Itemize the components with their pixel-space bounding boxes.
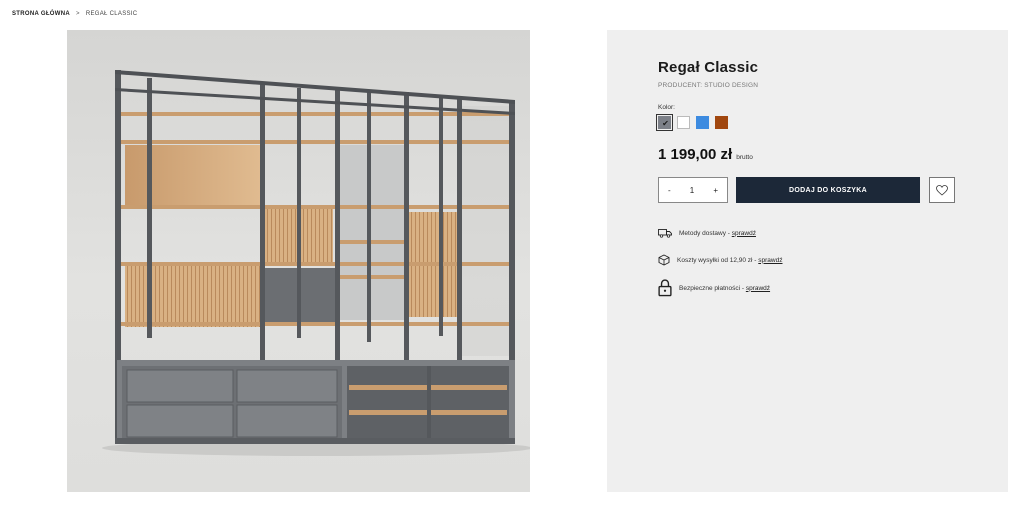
product-title: Regał Classic (658, 59, 759, 76)
color-swatches: ✔ (656, 114, 728, 131)
shipping-cost-label: Koszty wysyłki od 12,90 zł - (677, 256, 759, 264)
color-swatch-grey[interactable]: ✔ (656, 114, 673, 131)
secure-payment-text: Bezpieczne płatności - sprawdź (679, 285, 770, 292)
wishlist-button[interactable] (929, 177, 955, 203)
breadcrumb-home-link[interactable]: STRONA GŁÓWNA (12, 11, 70, 17)
product-details-panel: Regał Classic PRODUCENT: STUDIO DESIGN K… (607, 30, 1008, 492)
color-swatch-blue[interactable] (696, 116, 709, 129)
quantity-input[interactable] (685, 185, 699, 195)
breadcrumb: STRONA GŁÓWNA > REGAŁ CLASSIC (12, 11, 137, 17)
breadcrumb-separator: > (76, 11, 80, 17)
quantity-decrease-button[interactable]: - (668, 186, 671, 195)
breadcrumb-current: REGAŁ CLASSIC (85, 11, 138, 17)
product-image[interactable] (67, 30, 530, 492)
delivery-info: Metody dostawy - sprawdź (658, 228, 756, 238)
color-swatch-brown[interactable] (715, 116, 728, 129)
shipping-cost-text: Koszty wysyłki od 12,90 zł - sprawdź (677, 257, 783, 264)
color-label: Kolor: (658, 104, 675, 111)
box-icon (658, 254, 670, 266)
secure-payment-info: Bezpieczne płatności - sprawdź (658, 279, 770, 297)
color-swatch-white[interactable] (677, 116, 690, 129)
lock-icon (658, 279, 672, 297)
delivery-info-label: Metody dostawy - (679, 229, 732, 237)
shipping-cost-link[interactable]: sprawdź (758, 257, 782, 264)
checkmark-icon: ✔ (662, 118, 669, 128)
price-suffix: brutto (736, 154, 753, 161)
shipping-cost-info: Koszty wysyłki od 12,90 zł - sprawdź (658, 254, 783, 266)
product-price: 1 199,00 zł brutto (658, 146, 753, 163)
delivery-info-link[interactable]: sprawdź (732, 230, 756, 237)
bookshelf-illustration (102, 70, 530, 456)
quantity-increase-button[interactable]: + (713, 186, 718, 195)
heart-icon (936, 184, 948, 196)
truck-icon (658, 228, 672, 238)
delivery-info-text: Metody dostawy - sprawdź (679, 230, 756, 237)
product-producer: PRODUCENT: STUDIO DESIGN (658, 82, 759, 89)
secure-payment-link[interactable]: sprawdź (746, 285, 770, 292)
quantity-stepper: - + (658, 177, 728, 203)
price-value: 1 199,00 zł (658, 146, 733, 163)
secure-payment-label: Bezpieczne płatności - (679, 284, 746, 292)
add-to-cart-button[interactable]: DODAJ DO KOSZYKA (736, 177, 920, 203)
